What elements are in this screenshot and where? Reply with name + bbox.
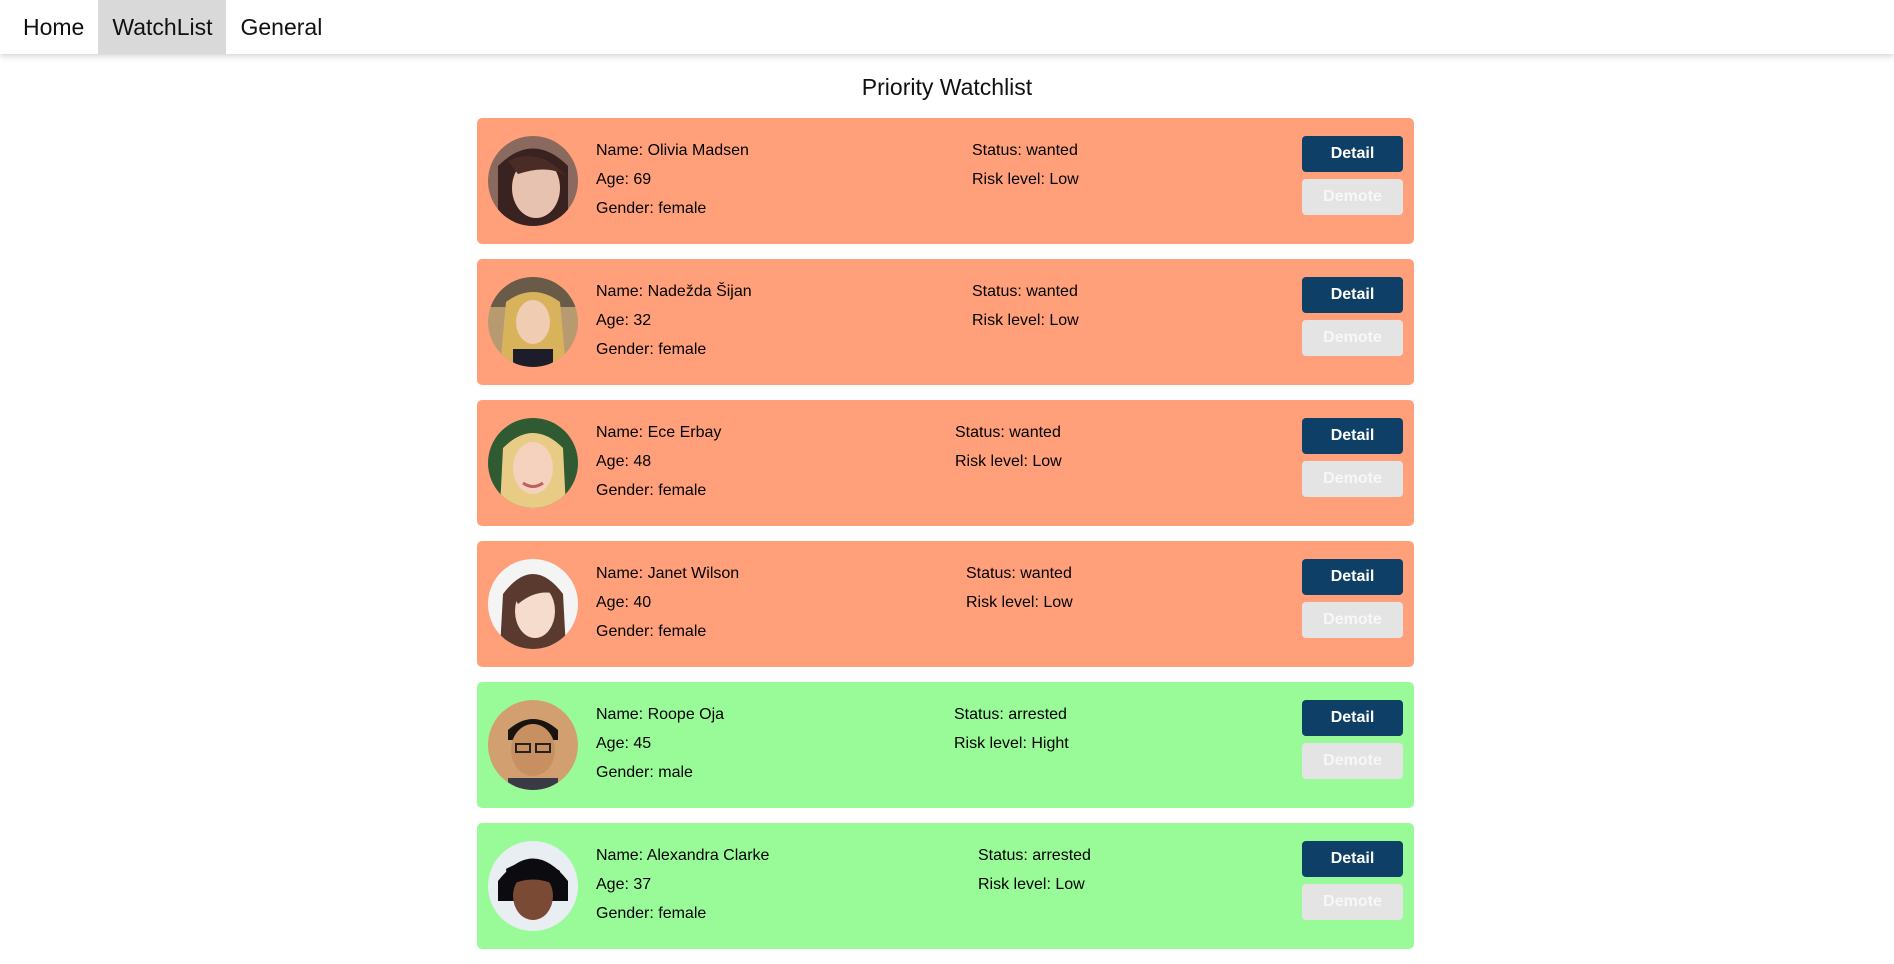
avatar [488,841,578,931]
person-name: Name: Alexandra Clarke [596,847,770,864]
person-age: Age: 37 [596,876,652,893]
demote-button[interactable]: Demote [1302,461,1403,497]
person-gender: Gender: female [596,341,707,358]
person-info: Name: Alexandra Clarke Age: 37 Gender: f… [596,841,769,928]
person-status-info: Status: wanted Risk level: Low [972,136,1079,194]
person-risk-level: Risk level: Low [978,876,1085,893]
top-navbar: Home WatchList General [0,0,1894,54]
person-status: Status: wanted [966,565,1072,582]
demote-button[interactable]: Demote [1302,602,1403,638]
detail-button[interactable]: Detail [1302,136,1403,172]
person-gender: Gender: male [596,764,693,781]
person-risk-level: Risk level: Low [972,312,1079,329]
person-gender: Gender: female [596,905,707,922]
person-status-info: Status: wanted Risk level: Low [955,418,1062,476]
person-info: Name: Nadežda Šijan Age: 32 Gender: fema… [596,277,752,364]
avatar [488,559,578,649]
watchlist-card: Name: Alexandra Clarke Age: 37 Gender: f… [477,823,1414,949]
detail-button[interactable]: Detail [1302,559,1403,595]
person-status: Status: wanted [955,424,1061,441]
person-risk-level: Risk level: Low [972,171,1079,188]
page-title: Priority Watchlist [861,74,1033,100]
avatar [488,277,578,367]
person-age: Age: 48 [596,453,652,470]
person-status-info: Status: wanted Risk level: Low [972,277,1079,335]
person-age: Age: 45 [596,735,652,752]
watchlist: Name: Olivia Madsen Age: 69 Gender: fema… [477,118,1414,964]
nav-home[interactable]: Home [0,0,98,54]
demote-button[interactable]: Demote [1302,743,1403,779]
watchlist-card: Name: Roope Oja Age: 45 Gender: male Sta… [477,682,1414,808]
watchlist-card: Name: Olivia Madsen Age: 69 Gender: fema… [477,118,1414,244]
person-age: Age: 40 [596,594,652,611]
person-status-info: Status: wanted Risk level: Low [966,559,1073,617]
watchlist-card: Name: Nadežda Šijan Age: 32 Gender: fema… [477,259,1414,385]
person-age: Age: 69 [596,171,652,188]
watchlist-card: Name: Janet Wilson Age: 40 Gender: femal… [477,541,1414,667]
nav-watchlist[interactable]: WatchList [98,0,227,54]
person-status: Status: wanted [972,283,1078,300]
person-gender: Gender: female [596,482,707,499]
watchlist-card: Name: Ece Erbay Age: 48 Gender: female S… [477,400,1414,526]
person-status-info: Status: arrested Risk level: Hight [954,700,1069,758]
detail-button[interactable]: Detail [1302,277,1403,313]
detail-button[interactable]: Detail [1302,418,1403,454]
person-name: Name: Roope Oja [596,706,725,723]
person-risk-level: Risk level: Low [955,453,1062,470]
person-name: Name: Ece Erbay [596,424,722,441]
demote-button[interactable]: Demote [1302,320,1403,356]
person-status: Status: arrested [954,706,1067,723]
person-name: Name: Nadežda Šijan [596,283,752,300]
person-name: Name: Olivia Madsen [596,142,749,159]
avatar [488,418,578,508]
person-info: Name: Olivia Madsen Age: 69 Gender: fema… [596,136,749,223]
person-status-info: Status: arrested Risk level: Low [978,841,1091,899]
detail-button[interactable]: Detail [1302,700,1403,736]
person-info: Name: Roope Oja Age: 45 Gender: male [596,700,724,787]
person-status: Status: wanted [972,142,1078,159]
nav-general[interactable]: General [226,0,336,54]
avatar [488,700,578,790]
avatar [488,136,578,226]
person-gender: Gender: female [596,623,707,640]
person-info: Name: Janet Wilson Age: 40 Gender: femal… [596,559,739,646]
detail-button[interactable]: Detail [1302,841,1403,877]
person-risk-level: Risk level: Hight [954,735,1069,752]
demote-button[interactable]: Demote [1302,884,1403,920]
person-risk-level: Risk level: Low [966,594,1073,611]
demote-button[interactable]: Demote [1302,179,1403,215]
person-name: Name: Janet Wilson [596,565,740,582]
person-age: Age: 32 [596,312,652,329]
person-info: Name: Ece Erbay Age: 48 Gender: female [596,418,721,505]
person-gender: Gender: female [596,200,707,217]
person-status: Status: arrested [978,847,1091,864]
